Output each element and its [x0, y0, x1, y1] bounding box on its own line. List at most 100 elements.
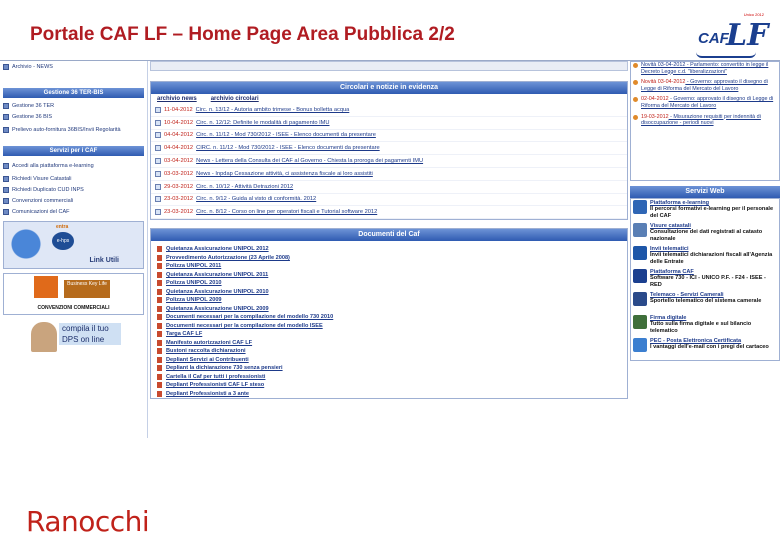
- doc-row[interactable]: Documenti necessari per la compilazione …: [151, 313, 627, 322]
- service-title[interactable]: Piattaforma CAF: [650, 269, 694, 275]
- service-item[interactable]: PEC - Posta Elettronica Certificata I van…: [631, 337, 779, 360]
- doc-row[interactable]: Polizza UNIPOL 2009: [151, 296, 627, 305]
- news-link[interactable]: CIRC. n. 11/12 - Mod 730/2012 - ISEE - E…: [196, 145, 380, 151]
- doc-row[interactable]: Provvedimento Autorizzazione (23 Aprile …: [151, 254, 627, 263]
- news-link[interactable]: Circ. n. 8/12 - Corso on line per operat…: [196, 209, 377, 215]
- doc-row[interactable]: Cartella il Caf per tutti i professionis…: [151, 373, 627, 382]
- sidebar-item-label: Archivio - NEWS: [12, 63, 53, 70]
- news-link[interactable]: Circ. n. 9/12 - Guida al visto di confor…: [196, 196, 316, 202]
- news-link[interactable]: Circ. n. 10/12 - Attività Detrazioni 201…: [196, 184, 293, 190]
- doc-row[interactable]: Documenti necessari per la compilazione …: [151, 322, 627, 331]
- service-title[interactable]: Piattaforma e-learning: [650, 200, 709, 206]
- news-row[interactable]: 03-04-2012 News - Lettera della Consulta …: [151, 155, 627, 168]
- doc-row[interactable]: Targa CAF LF: [151, 330, 627, 339]
- doc-link[interactable]: Cartella il Caf per tutti i professionis…: [166, 374, 265, 380]
- service-item[interactable]: Invii telematici Invii telematici dichiar…: [631, 245, 779, 268]
- pdf-icon: [157, 305, 162, 312]
- right-news-link[interactable]: Novità 03-04-2012 - Parlamento: converti…: [641, 62, 768, 75]
- service-icon: [633, 338, 647, 352]
- banner-entra-text: entra: [56, 224, 69, 230]
- news-date: 03-04-2012: [164, 158, 194, 165]
- doc-link[interactable]: Manifesto autorizzazioni CAF LF: [166, 340, 252, 346]
- link-utili-banner[interactable]: entra e-hps Link Utili: [3, 221, 144, 269]
- doc-link[interactable]: Depliant Professionisti a 3 ante: [166, 391, 249, 397]
- right-news-item[interactable]: Novità 03-04-2012 - Parlamento: converti…: [633, 62, 775, 75]
- doc-link[interactable]: Quietanza Assicurazione UNIPOL 2009: [166, 306, 269, 312]
- tab-archivio-circolari[interactable]: archivio circolari: [211, 96, 259, 102]
- document-icon: [3, 197, 9, 204]
- doc-link[interactable]: Quietanza Assicurazione UNIPOL 2011: [166, 272, 268, 278]
- doc-row[interactable]: Depliant Servizi ai Contribuenti: [151, 356, 627, 365]
- pdf-icon: [157, 390, 162, 397]
- sidebar-item-archivio-news[interactable]: Archivio - NEWS: [0, 61, 147, 72]
- doc-link[interactable]: Polizza UNIPOL 2009: [166, 297, 222, 303]
- news-row[interactable]: 10-04-2012 Circ. n. 12/12: Definite le mo…: [151, 117, 627, 130]
- doc-row[interactable]: Quietanza Assicurazione UNIPOL 2012: [151, 245, 627, 254]
- doc-link[interactable]: Depliant Servizi ai Contribuenti: [166, 357, 249, 363]
- news-link[interactable]: Circ. n. 12/12: Definite le modalità di …: [196, 120, 329, 126]
- doc-row[interactable]: Depliant la dichiarazione 730 senza pens…: [151, 364, 627, 373]
- doc-link[interactable]: Quietanza Assicurazione UNIPOL 2012: [166, 246, 269, 252]
- news-link[interactable]: News - Lettera della Consulta dei CAF al…: [196, 158, 423, 164]
- service-item[interactable]: Visure catastali Consultazione dei dati r…: [631, 222, 779, 245]
- right-news-item[interactable]: 19-03-2012 - Misurazione requisiti per i…: [633, 114, 775, 127]
- sidebar-item-prelievo[interactable]: Prelievo auto-fornitura 36BIS/Invii Rego…: [0, 122, 147, 138]
- doc-row[interactable]: Bustoni raccolta dichiarazioni: [151, 347, 627, 356]
- service-item[interactable]: Firma digitale Tutto sulla firma digitale…: [631, 314, 779, 337]
- doc-row[interactable]: Depliant Professionisti CAF LF steso: [151, 381, 627, 390]
- news-row[interactable]: 23-03-2012 Circ. n. 8/12 - Corso on line …: [151, 206, 627, 220]
- sidebar-item-gestione-36-ter[interactable]: Gestione 36 TER: [0, 100, 147, 111]
- doc-row[interactable]: Quietanza Assicurazione UNIPOL 2010: [151, 288, 627, 297]
- doc-row[interactable]: Depliant Professionisti a 3 ante: [151, 390, 627, 399]
- doc-link[interactable]: Quietanza Assicurazione UNIPOL 2010: [166, 289, 269, 295]
- sidebar-item-elearning[interactable]: Accedi alla piattaforma e-learning: [0, 158, 147, 173]
- section-header-servizi-caf: Servizi per i CAF: [3, 146, 144, 156]
- service-title[interactable]: Invii telematici: [650, 246, 689, 252]
- news-date: 04-04-2012: [164, 145, 194, 152]
- service-title[interactable]: PEC - Posta Elettronica Certificata: [650, 338, 741, 344]
- right-news-item[interactable]: 02-04-2012 - Governo: approvato il diseg…: [633, 96, 775, 109]
- convenzioni-banner[interactable]: Business Key Life CONVENZIONI COMMERCIAL…: [3, 273, 144, 315]
- doc-link[interactable]: Documenti necessari per la compilazione …: [166, 323, 323, 329]
- sidebar-item-cud[interactable]: Richiedi Duplicato CUD INPS: [0, 184, 147, 195]
- doc-row[interactable]: Quietanza Assicurazione UNIPOL 2009: [151, 305, 627, 314]
- doc-link[interactable]: Bustoni raccolta dichiarazioni: [166, 348, 246, 354]
- dps-banner[interactable]: compila il tuo DPS on line: [3, 319, 144, 355]
- service-title[interactable]: Visure catastali: [650, 223, 691, 229]
- doc-row[interactable]: Polizza UNIPOL 2010: [151, 279, 627, 288]
- sidebar-item-convenzioni[interactable]: Convenzioni commerciali: [0, 195, 147, 206]
- news-row[interactable]: 03-03-2012 News - Inpdap Cessazione attiv…: [151, 168, 627, 181]
- doc-row[interactable]: Quietanza Assicurazione UNIPOL 2011: [151, 271, 627, 280]
- news-row[interactable]: 11-04-2012 Circ. n. 13/12 - Autoria ambit…: [151, 104, 627, 117]
- doc-link[interactable]: Polizza UNIPOL 2010: [166, 280, 222, 286]
- sidebar-item-visure[interactable]: Richiedi Visure Catastali: [0, 173, 147, 184]
- news-row[interactable]: 04-04-2012 Circ. n. 11/12 - Mod 730/2012 …: [151, 130, 627, 143]
- doc-link[interactable]: Documenti necessari per la compilazione …: [166, 314, 333, 320]
- sidebar-item-label: Accedi alla piattaforma e-learning: [12, 162, 94, 169]
- tab-archivio-news[interactable]: archivio news: [157, 96, 197, 102]
- doc-link[interactable]: Targa CAF LF: [166, 331, 202, 337]
- news-link[interactable]: News - Inpdap Cessazione attività, ci as…: [196, 171, 373, 177]
- news-date: 23-03-2012: [164, 196, 194, 203]
- doc-row[interactable]: Polizza UNIPOL 2011: [151, 262, 627, 271]
- service-item[interactable]: Piattaforma e-learning Il percorsi format…: [631, 199, 779, 222]
- doc-link[interactable]: Depliant Professionisti CAF LF steso: [166, 382, 264, 388]
- doc-link[interactable]: Polizza UNIPOL 2011: [166, 263, 221, 269]
- doc-row[interactable]: Manifesto autorizzazioni CAF LF: [151, 339, 627, 348]
- service-title[interactable]: Telemaco - Servizi Camerali: [650, 292, 724, 298]
- news-link[interactable]: Circ. n. 11/12 - Mod 730/2012 - ISEE - E…: [196, 132, 376, 138]
- sidebar-item-gestione-36-bis[interactable]: Gestione 36 BIS: [0, 111, 147, 122]
- news-row[interactable]: 23-03-2012 Circ. n. 9/12 - Guida al visto…: [151, 194, 627, 207]
- document-icon: [3, 186, 9, 193]
- news-row[interactable]: 29-03-2012 Circ. n. 10/12 - Attività Detr…: [151, 181, 627, 194]
- doc-link[interactable]: Depliant la dichiarazione 730 senza pens…: [166, 365, 283, 371]
- right-news-item[interactable]: Novità 03-04-2012 - Governo: approvato i…: [633, 79, 775, 92]
- service-item[interactable]: Piattaforma CAF Software 730 - ICI - UNIC…: [631, 268, 779, 291]
- service-title[interactable]: Firma digitale: [650, 315, 686, 321]
- doc-link[interactable]: Provvedimento Autorizzazione (23 Aprile …: [166, 255, 290, 261]
- news-row[interactable]: 04-04-2012 CIRC. n. 11/12 - Mod 730/2012 …: [151, 142, 627, 156]
- sidebar-item-comunicazioni[interactable]: Comunicazioni del CAF: [0, 206, 147, 217]
- service-item[interactable]: Telemaco - Servizi Camerali Sportello tel…: [631, 291, 779, 314]
- news-icon: [155, 209, 161, 216]
- news-link[interactable]: Circ. n. 13/12 - Autoria ambito trimese …: [196, 107, 350, 113]
